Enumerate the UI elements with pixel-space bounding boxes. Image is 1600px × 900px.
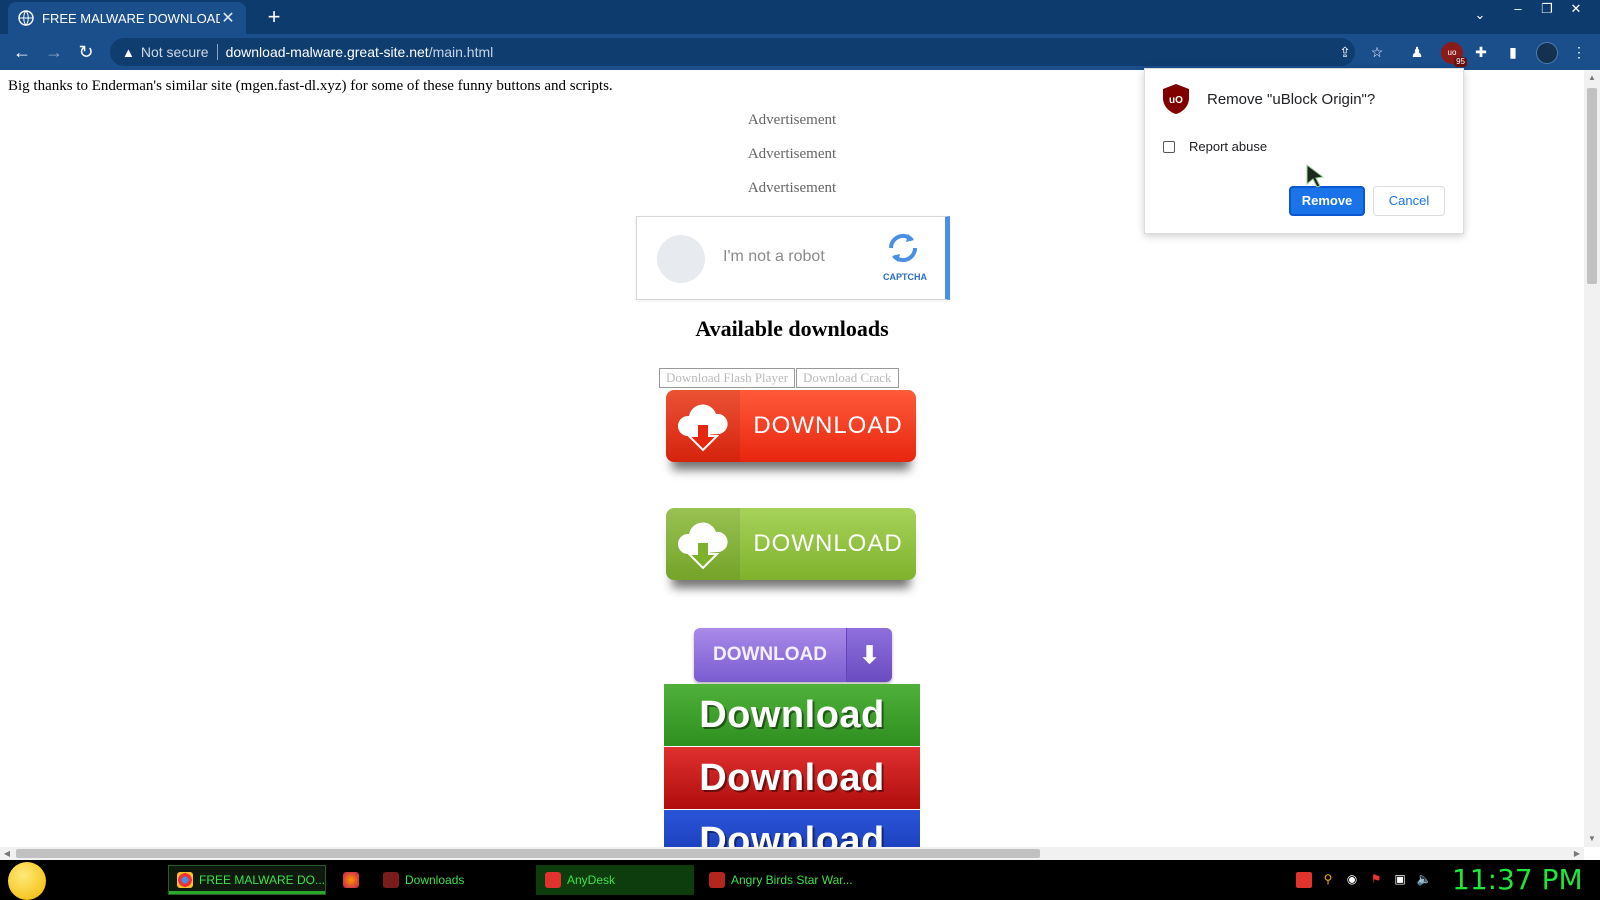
tray-globe-icon[interactable]: ◉ — [1344, 872, 1360, 888]
download-purple-label: DOWNLOAD — [713, 644, 827, 665]
small-buttons-row: Download Flash Player Download Crack — [659, 368, 900, 388]
globe-icon — [18, 10, 34, 26]
remove-extension-dialog: uO Remove "uBlock Origin"? Report abuse … — [1144, 68, 1464, 234]
url-path: /main.html — [428, 44, 494, 60]
taskbar-item-label: FREE MALWARE DO... — [199, 873, 326, 887]
taskbar: FREE MALWARE DO... Downloads AnyDesk Ang… — [0, 860, 1600, 900]
download-crack-button[interactable]: Download Crack — [796, 368, 899, 388]
start-button-smiley-icon[interactable] — [8, 862, 46, 900]
download-button-big-blue[interactable]: Download — [664, 810, 920, 847]
firefox-icon — [343, 872, 359, 888]
minimize-icon[interactable]: – — [1505, 0, 1531, 20]
captcha-widget: I'm not a robot CAPTCHA — [636, 216, 950, 300]
taskbar-item-label: Angry Birds Star War... — [731, 873, 853, 887]
tray-volume-icon[interactable]: 🔈 — [1416, 872, 1432, 888]
download-button-purple[interactable]: DOWNLOAD ⬇ — [694, 628, 892, 682]
horizontal-scroll-thumb[interactable] — [16, 849, 1040, 858]
download-button-red[interactable]: DOWNLOAD — [666, 390, 916, 462]
side-panel-icon[interactable]: ▮ — [1504, 43, 1522, 61]
close-window-icon[interactable]: ✕ — [1563, 0, 1589, 20]
taskbar-item-firefox[interactable] — [334, 865, 368, 895]
warning-icon: ▲ — [122, 44, 135, 60]
profile-avatar[interactable] — [1536, 42, 1558, 64]
horizontal-scrollbar[interactable]: ◀ ▶ — [0, 847, 1584, 860]
extensions-puzzle-icon[interactable]: ✚ — [1472, 43, 1490, 61]
captcha-checkbox[interactable] — [657, 235, 705, 283]
tab-close-icon[interactable]: ✕ — [220, 8, 236, 28]
tray-search-icon[interactable]: ⚲ — [1320, 872, 1336, 888]
download-red-label: DOWNLOAD — [753, 412, 903, 439]
available-downloads-heading: Available downloads — [695, 316, 889, 341]
ublock-shield-icon: uO — [1163, 84, 1189, 114]
menu-kebab-icon[interactable]: ⋮ — [1570, 43, 1588, 61]
folder-icon — [383, 872, 399, 888]
vertical-scroll-thumb[interactable] — [1587, 88, 1597, 284]
download-flash-player-button[interactable]: Download Flash Player — [659, 368, 796, 388]
new-tab-button[interactable]: + — [262, 5, 286, 29]
extension-icon[interactable]: ♟ — [1408, 43, 1426, 61]
download-green-label: DOWNLOAD — [753, 530, 903, 557]
tab-search-chevron-icon[interactable]: ⌄ — [1470, 7, 1490, 27]
captcha-label: I'm not a robot — [723, 248, 825, 265]
taskbar-item-chrome[interactable]: FREE MALWARE DO... — [168, 865, 326, 895]
address-bar[interactable]: ▲ Not secure download-malware.great-site… — [110, 38, 1355, 66]
remove-button[interactable]: Remove — [1289, 186, 1365, 216]
address-separator — [216, 44, 218, 60]
scroll-left-icon[interactable]: ◀ — [0, 847, 14, 860]
taskbar-item-label: Downloads — [405, 873, 465, 887]
share-icon[interactable]: ⇪ — [1336, 43, 1354, 61]
cloud-download-icon — [666, 390, 740, 462]
taskbar-item-angry-birds[interactable]: Angry Birds Star War... — [700, 865, 856, 895]
security-label[interactable]: Not secure — [141, 44, 209, 60]
tray-anydesk-icon[interactable] — [1296, 872, 1312, 888]
taskbar-clock[interactable]: 11:37 PM — [1452, 863, 1583, 896]
cancel-button[interactable]: Cancel — [1373, 186, 1445, 216]
download-button-big-green[interactable]: Download — [664, 684, 920, 746]
restore-icon[interactable]: ❐ — [1534, 0, 1560, 20]
report-abuse-checkbox[interactable] — [1163, 141, 1175, 153]
tab-title: FREE MALWARE DOWNLOAD — [42, 10, 220, 26]
scroll-down-icon[interactable]: ▼ — [1584, 831, 1600, 847]
tray-network-icon[interactable]: ▣ — [1392, 872, 1408, 888]
captcha-logo-label: CAPTCHA — [883, 272, 927, 282]
chrome-icon — [177, 872, 193, 888]
svg-text:uO: uO — [1169, 95, 1183, 106]
tray-flag-icon[interactable]: ⚑ — [1368, 872, 1384, 888]
url-host: download-malware.great-site.net — [225, 44, 429, 60]
download-button-green[interactable]: DOWNLOAD — [666, 508, 916, 580]
cloud-download-icon — [666, 508, 740, 580]
taskbar-item-anydesk[interactable]: AnyDesk — [536, 865, 694, 895]
reload-button[interactable]: ↻ — [74, 40, 98, 64]
tab-free-malware-download[interactable]: FREE MALWARE DOWNLOAD ✕ — [8, 2, 246, 34]
browser-toolbar: ← → ↻ ▲ Not secure download-malware.grea… — [0, 34, 1600, 70]
thanks-text: Big thanks to Enderman's similar site (m… — [8, 78, 613, 94]
arrow-down-icon: ⬇ — [846, 628, 892, 682]
tab-strip: FREE MALWARE DOWNLOAD ✕ + ⌄ – ❐ ✕ — [0, 0, 1600, 34]
captcha-logo: CAPTCHA — [883, 231, 927, 282]
scroll-right-icon[interactable]: ▶ — [1570, 847, 1584, 860]
vertical-scrollbar[interactable]: ▲ ▼ — [1584, 70, 1600, 847]
bookmark-star-icon[interactable]: ☆ — [1368, 43, 1386, 61]
recaptcha-refresh-icon — [888, 233, 918, 263]
ublock-count-badge: 95 — [1454, 57, 1467, 67]
ublock-origin-icon[interactable]: uo 95 — [1441, 42, 1467, 67]
anydesk-icon — [545, 872, 561, 888]
dialog-title: Remove "uBlock Origin"? — [1207, 91, 1376, 108]
taskbar-item-label: AnyDesk — [567, 873, 616, 887]
mouse-cursor-icon — [1306, 164, 1325, 188]
taskbar-item-downloads[interactable]: Downloads — [374, 865, 530, 895]
scroll-up-icon[interactable]: ▲ — [1584, 70, 1600, 86]
report-abuse-label[interactable]: Report abuse — [1189, 139, 1267, 154]
forward-button[interactable]: → — [42, 40, 66, 64]
back-button[interactable]: ← — [10, 40, 34, 64]
angry-birds-icon — [709, 872, 725, 888]
download-button-big-red[interactable]: Download — [664, 747, 920, 809]
